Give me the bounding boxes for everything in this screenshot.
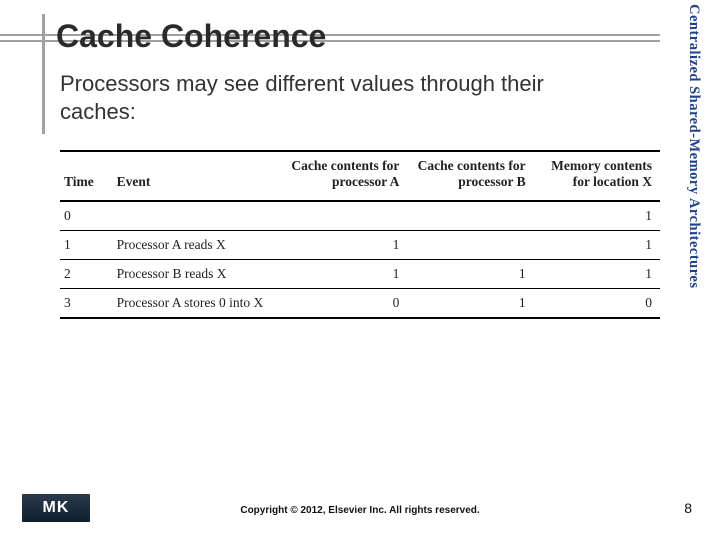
- page-number: 8: [684, 500, 692, 516]
- footer: MK Copyright © 2012, Elsevier Inc. All r…: [0, 496, 720, 522]
- cell-m: 0: [534, 289, 660, 319]
- cell-m: 1: [534, 201, 660, 231]
- cell-a: [281, 201, 407, 231]
- table-row: 2 Processor B reads X 1 1 1: [60, 260, 660, 289]
- coherence-table: Time Event Cache contents for processor …: [60, 150, 660, 319]
- cell-b: [407, 201, 533, 231]
- table-row: 1 Processor A reads X 1 1: [60, 231, 660, 260]
- cell-event: Processor A reads X: [113, 231, 281, 260]
- cell-time: 2: [60, 260, 113, 289]
- title-vertical-rule: [42, 14, 45, 134]
- cell-event: Processor B reads X: [113, 260, 281, 289]
- col-header-cache-b: Cache contents for processor B: [407, 151, 533, 201]
- col-header-cache-a: Cache contents for processor A: [281, 151, 407, 201]
- cell-event: [113, 201, 281, 231]
- table-header-row: Time Event Cache contents for processor …: [60, 151, 660, 201]
- cell-event: Processor A stores 0 into X: [113, 289, 281, 319]
- col-header-event: Event: [113, 151, 281, 201]
- cell-b: [407, 231, 533, 260]
- slide: Cache Coherence Centralized Shared-Memor…: [0, 0, 720, 540]
- col-header-time: Time: [60, 151, 113, 201]
- cell-a: 1: [281, 260, 407, 289]
- cell-time: 3: [60, 289, 113, 319]
- copyright-text: Copyright © 2012, Elsevier Inc. All righ…: [0, 505, 720, 516]
- col-header-memory: Memory contents for location X: [534, 151, 660, 201]
- cell-a: 1: [281, 231, 407, 260]
- body-text: Processors may see different values thro…: [60, 70, 620, 125]
- section-label: Centralized Shared-Memory Architectures: [674, 0, 702, 310]
- table-row: 0 1: [60, 201, 660, 231]
- title-bar: Cache Coherence: [0, 14, 660, 58]
- cell-b: 1: [407, 289, 533, 319]
- slide-title: Cache Coherence: [56, 18, 326, 55]
- cell-time: 1: [60, 231, 113, 260]
- cell-m: 1: [534, 260, 660, 289]
- table-row: 3 Processor A stores 0 into X 0 1 0: [60, 289, 660, 319]
- cell-time: 0: [60, 201, 113, 231]
- cell-b: 1: [407, 260, 533, 289]
- cell-m: 1: [534, 231, 660, 260]
- cell-a: 0: [281, 289, 407, 319]
